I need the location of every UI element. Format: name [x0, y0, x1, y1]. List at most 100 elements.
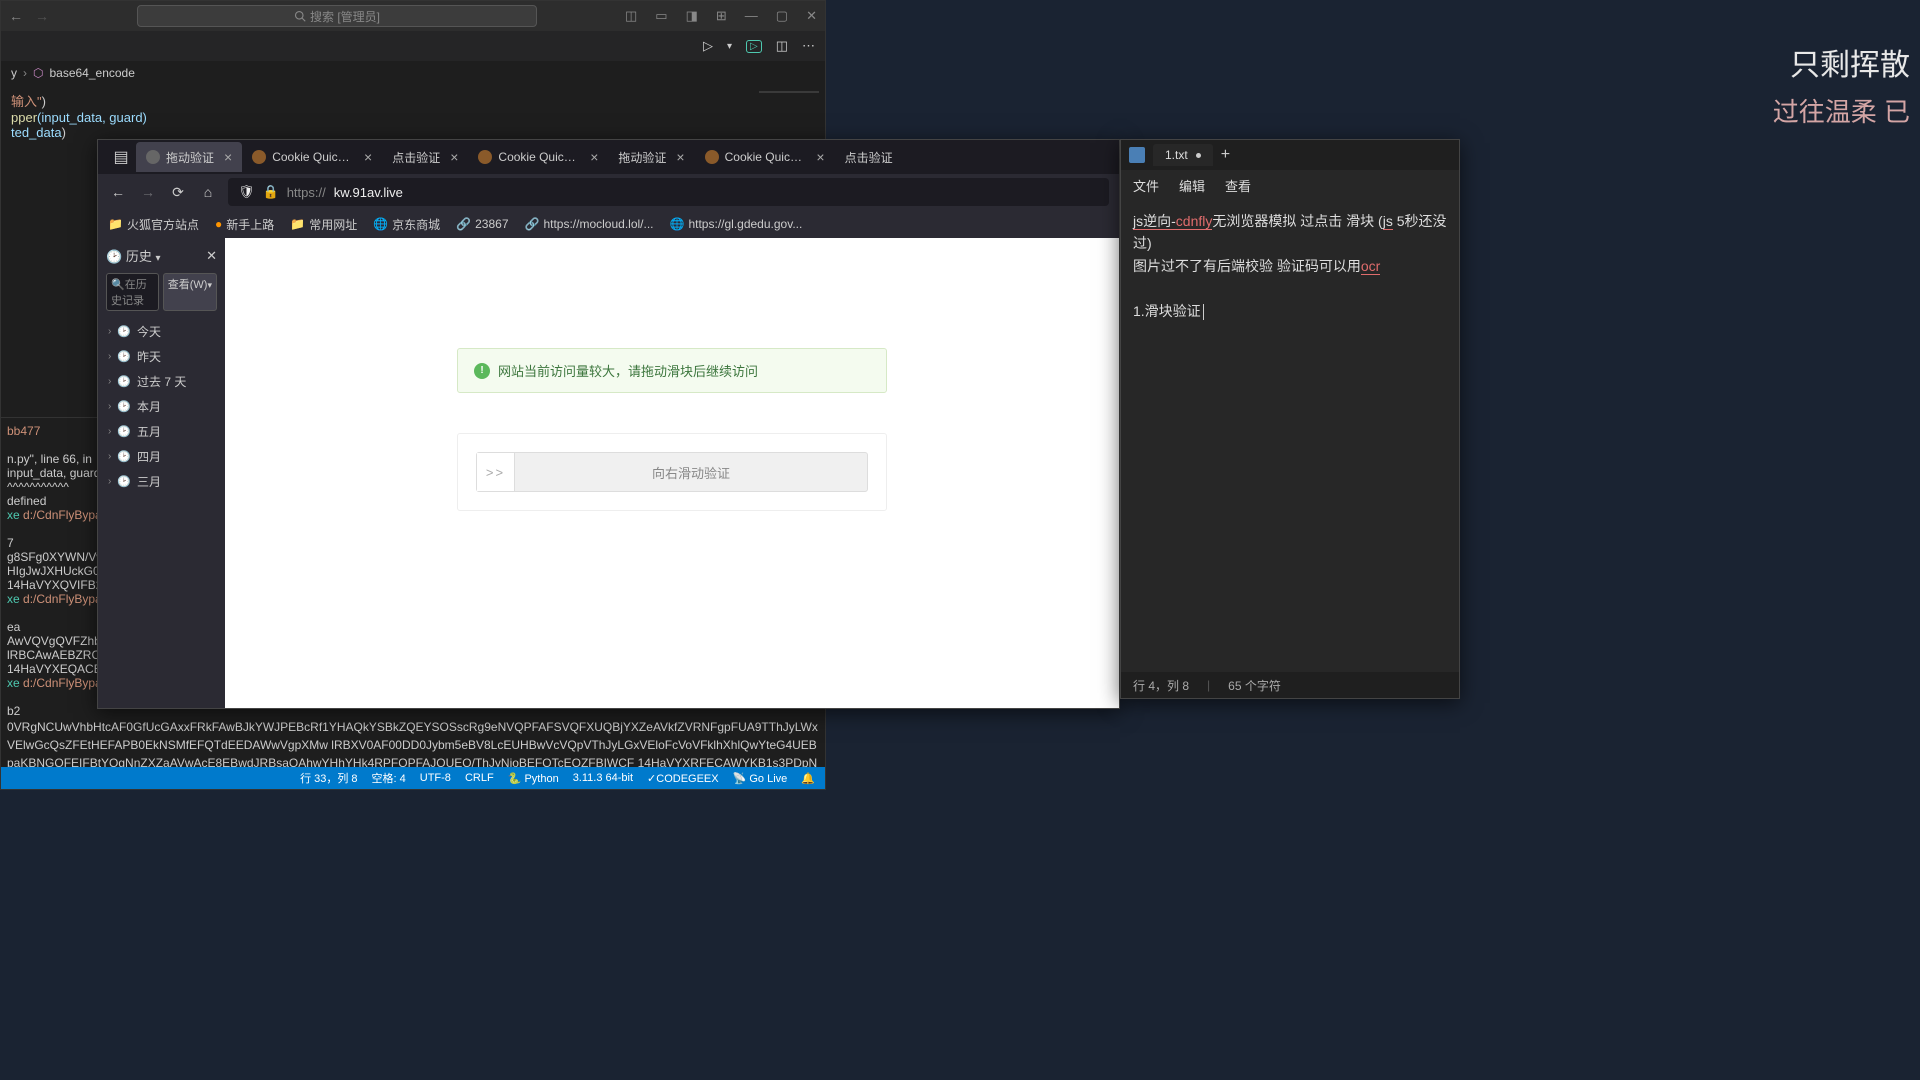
check-icon: ✓ — [647, 773, 656, 785]
lyrics-line-1: 只剩挥散 — [1773, 40, 1910, 84]
history-item[interactable]: ›🕑三月 — [106, 469, 217, 494]
spaces[interactable]: 空格: 4 — [372, 770, 406, 786]
minimize-icon[interactable]: — — [745, 8, 758, 24]
history-item[interactable]: ›🕑今天 — [106, 319, 217, 344]
panel-left-icon[interactable]: ◫ — [625, 8, 637, 24]
slider-label: 向右滑动验证 — [515, 463, 867, 482]
notepad-editor[interactable]: js逆向-cdnfly无浏览器模拟 过点击 滑块 (js 5秒还没过) 图片过不… — [1121, 200, 1459, 672]
search-icon: 🔍 — [111, 279, 125, 291]
url-bar[interactable]: 🛡 🔒 https://kw.91av.live — [228, 178, 1109, 206]
tab-drag-verify-2[interactable]: 拖动验证× — [608, 142, 694, 172]
panel-bottom-icon[interactable]: ▭ — [655, 8, 667, 24]
favicon-icon — [252, 150, 266, 164]
tab-cookie-2[interactable]: Cookie Quick Manage× — [468, 142, 608, 172]
clock-icon: 🕑 — [117, 400, 131, 413]
clock-icon: 🕑 — [106, 249, 122, 264]
history-item[interactable]: ›🕑过去 7 天 — [106, 369, 217, 394]
notepad-tabs: 1.txt + — [1121, 140, 1459, 170]
tab-cookie-3[interactable]: Cookie Quick Manage× — [695, 142, 835, 172]
bookmark-item[interactable]: 🌐京东商城 — [373, 216, 440, 233]
chevron-right-icon: › — [108, 426, 111, 437]
more-icon[interactable]: ⋯ — [802, 38, 815, 54]
chevron-down-icon: ▾ — [207, 280, 212, 290]
link-icon: 🔗 — [456, 217, 471, 231]
breadcrumb-item[interactable]: base64_encode — [49, 66, 134, 80]
close-tab-icon[interactable]: × — [450, 149, 458, 165]
vscode-command-search[interactable]: 搜索 [管理员] — [137, 5, 537, 27]
close-tab-icon[interactable]: × — [676, 149, 684, 165]
folder-icon: 📁 — [290, 217, 305, 231]
bookmark-item[interactable]: 🔗https://mocloud.lol/... — [525, 217, 654, 231]
globe-icon: 🌐 — [670, 217, 685, 231]
new-tab-icon[interactable]: + — [1221, 146, 1230, 164]
history-item[interactable]: ›🕑昨天 — [106, 344, 217, 369]
bookmark-item[interactable]: 📁火狐官方站点 — [108, 216, 199, 233]
modified-dot-icon — [1196, 153, 1201, 158]
bell-icon[interactable]: 🔔 — [801, 772, 815, 785]
run-dropdown-icon[interactable]: ▾ — [727, 41, 732, 52]
char-count: 65 个字符 — [1228, 677, 1281, 694]
globe-icon: 🌐 — [373, 217, 388, 231]
slider-handle[interactable]: >> — [477, 453, 515, 491]
menu-view[interactable]: 查看 — [1225, 176, 1251, 195]
history-item[interactable]: ›🕑四月 — [106, 444, 217, 469]
shield-icon[interactable]: 🛡 — [238, 184, 255, 200]
menu-edit[interactable]: 编辑 — [1179, 176, 1205, 195]
notepad-menubar: 文件 编辑 查看 — [1121, 170, 1459, 200]
firefox-icon: ● — [215, 217, 222, 231]
notepad-tab[interactable]: 1.txt — [1153, 144, 1213, 166]
bookmark-item[interactable]: 📁常用网址 — [290, 216, 357, 233]
sidebar-toggle-icon[interactable]: ▤ — [106, 147, 136, 167]
interpreter[interactable]: 3.11.3 64-bit — [573, 772, 633, 784]
bookmark-item[interactable]: ●新手上路 — [215, 216, 274, 233]
lock-icon[interactable]: 🔒 — [263, 184, 279, 200]
chevron-right-icon: › — [108, 476, 111, 487]
close-tab-icon[interactable]: × — [224, 149, 232, 165]
tab-click-verify-2[interactable]: 点击验证 — [835, 142, 903, 172]
layout-icon[interactable]: ⊞ — [716, 8, 727, 24]
maximize-icon[interactable]: ▢ — [776, 8, 788, 24]
history-search-input[interactable]: 🔍在历史记录 — [106, 273, 159, 311]
tab-cookie-1[interactable]: Cookie Quick Manage× — [242, 142, 382, 172]
nav-back-icon[interactable]: ← — [9, 8, 23, 24]
run-icon[interactable]: ▷ — [703, 38, 713, 54]
status-bar: 行 33，列 8 空格: 4 UTF-8 CRLF 🐍 Python 3.11.… — [1, 767, 825, 789]
close-tab-icon[interactable]: × — [590, 149, 598, 165]
tab-title: 1.txt — [1165, 148, 1188, 162]
clock-icon: 🕑 — [117, 325, 131, 338]
screen-icon[interactable]: ▷ — [746, 40, 762, 53]
history-item[interactable]: ›🕑五月 — [106, 419, 217, 444]
bookmark-item[interactable]: 🌐https://gl.gdedu.gov... — [670, 217, 803, 231]
python-icon: 🐍 — [508, 773, 522, 785]
menu-file[interactable]: 文件 — [1133, 176, 1159, 195]
history-item[interactable]: ›🕑本月 — [106, 394, 217, 419]
go-live: 📡 Go Live — [733, 772, 788, 785]
eol[interactable]: CRLF — [465, 772, 494, 784]
reload-icon[interactable]: ⟳ — [168, 184, 188, 201]
history-view-menu[interactable]: 查看(W)▾ — [163, 273, 217, 311]
favicon-icon — [146, 150, 160, 164]
chevron-right-icon: › — [108, 326, 111, 337]
nav-forward-icon[interactable]: → — [35, 8, 49, 24]
slider-captcha: >> 向右滑动验证 — [457, 433, 887, 511]
tab-drag-verify[interactable]: 拖动验证× — [136, 142, 242, 172]
panel-right-icon[interactable]: ◨ — [686, 8, 698, 24]
chevron-down-icon[interactable]: ▾ — [155, 253, 160, 264]
nav-forward-icon[interactable]: → — [138, 184, 158, 200]
info-icon: ! — [474, 363, 490, 379]
nav-back-icon[interactable]: ← — [108, 184, 128, 200]
bookmark-item[interactable]: 🔗23867 — [456, 217, 508, 231]
tab-click-verify[interactable]: 点击验证× — [382, 142, 468, 172]
breadcrumb-item[interactable]: y — [11, 66, 17, 80]
close-tab-icon[interactable]: × — [816, 149, 824, 165]
encoding[interactable]: UTF-8 — [420, 772, 451, 784]
cursor-pos[interactable]: 行 33，列 8 — [300, 770, 357, 786]
close-icon[interactable]: ✕ — [806, 8, 817, 24]
clock-icon: 🕑 — [117, 375, 131, 388]
split-icon[interactable]: ◫ — [776, 38, 788, 54]
close-tab-icon[interactable]: × — [364, 149, 372, 165]
clock-icon: 🕑 — [117, 350, 131, 363]
close-sidebar-icon[interactable]: ✕ — [206, 248, 217, 264]
vscode-editor-toolbar: ▷ ▾ ▷ ◫ ⋯ — [1, 31, 825, 61]
home-icon[interactable]: ⌂ — [198, 184, 218, 200]
